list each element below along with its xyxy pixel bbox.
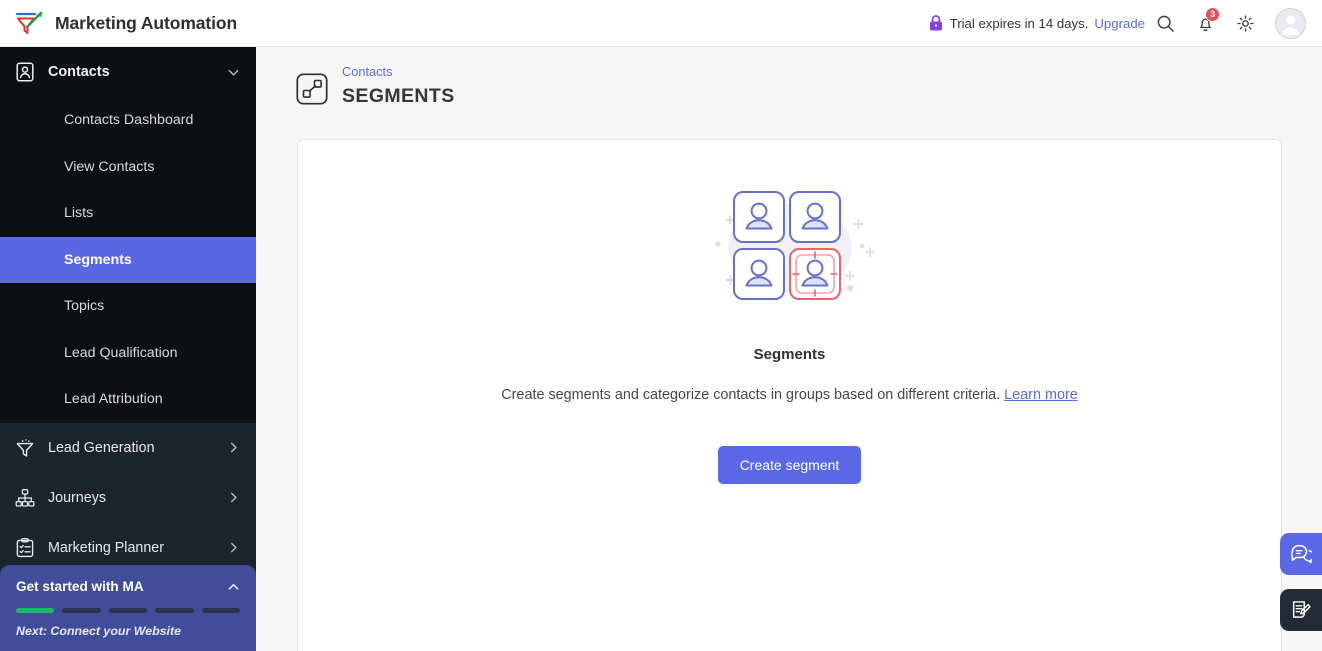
trial-status: Trial expires in 14 days. Upgrade (929, 15, 1145, 31)
search-icon (1157, 15, 1174, 32)
sidebar-group-label: Contacts (48, 64, 110, 80)
sidebar-item-lead-qualification[interactable]: Lead Qualification (0, 330, 256, 377)
notification-badge: 3 (1205, 7, 1220, 22)
sidebar-item-lead-attribution[interactable]: Lead Attribution (0, 376, 256, 423)
get-started-progress (16, 608, 241, 613)
sidebar-item-label: Lead Qualification (64, 344, 178, 361)
brand-name: Marketing Automation (55, 12, 238, 33)
chevron-up-icon[interactable] (227, 580, 240, 593)
sidebar: Contacts Contacts Dashboard View Contact… (0, 47, 256, 651)
avatar[interactable] (1275, 7, 1306, 39)
sidebar-item-label: Segments (64, 251, 132, 268)
segments-node-icon (296, 73, 328, 105)
breadcrumb[interactable]: Contacts (342, 63, 455, 81)
chevron-down-icon (228, 69, 239, 76)
get-started-panel[interactable]: Get started with MA Next: Connect your W… (0, 565, 256, 651)
sidebar-item-label: Contacts Dashboard (64, 112, 194, 129)
chevron-right-icon (230, 492, 237, 503)
search-button[interactable] (1145, 3, 1185, 43)
page-header: Contacts SEGMENTS (256, 47, 1322, 109)
progress-step (155, 608, 194, 613)
contact-cards-target-illustration (714, 191, 875, 300)
empty-state-description-text: Create segments and categorize contacts … (501, 387, 1001, 403)
chevron-right-icon (230, 542, 237, 553)
top-bar: Marketing Automation Trial expires in 14… (0, 0, 1322, 47)
sidebar-group-contacts[interactable]: Contacts (0, 47, 256, 97)
empty-state-title: Segments (753, 346, 826, 363)
feedback-note-button[interactable] (1280, 589, 1322, 631)
sidebar-submenu: Contacts Dashboard View Contacts Lists S… (0, 97, 256, 423)
funnel-icon (16, 438, 34, 457)
get-started-header: Get started with MA (16, 579, 240, 594)
clipboard-checklist-icon (16, 537, 34, 557)
trial-text: Trial expires in 14 days. (949, 15, 1089, 31)
progress-step (62, 608, 101, 613)
page-title: SEGMENTS (342, 85, 455, 107)
chevron-right-icon (230, 442, 237, 453)
settings-button[interactable] (1225, 3, 1265, 43)
gear-icon (1236, 14, 1254, 32)
empty-state-description: Create segments and categorize contacts … (490, 383, 1090, 408)
sidebar-item-journeys[interactable]: Journeys (0, 472, 256, 523)
empty-state: Segments Create segments and categorize … (298, 184, 1281, 484)
progress-step (16, 608, 55, 613)
sidebar-item-segments[interactable]: Segments (0, 236, 256, 283)
page-head-text: Contacts SEGMENTS (342, 63, 455, 109)
sidebar-item-label: Lead Generation (48, 439, 155, 456)
upgrade-link[interactable]: Upgrade (1094, 16, 1145, 31)
sidebar-item-contacts-dashboard[interactable]: Contacts Dashboard (0, 97, 256, 144)
note-edit-icon (1292, 601, 1311, 618)
sidebar-item-label: Topics (64, 298, 105, 315)
sidebar-item-lists[interactable]: Lists (0, 190, 256, 237)
get-started-next-step: Next: Connect your Website (16, 624, 182, 638)
notifications-button[interactable]: 3 (1185, 3, 1225, 43)
sidebar-item-label: Marketing Planner (48, 539, 165, 556)
get-started-title: Get started with MA (16, 579, 144, 594)
chat-support-button[interactable] (1280, 533, 1322, 575)
progress-step (108, 608, 148, 613)
funnel-arrow-logo (15, 11, 43, 34)
brand[interactable]: Marketing Automation (0, 8, 237, 38)
sidebar-item-label: View Contacts (64, 158, 155, 175)
sidebar-item-view-contacts[interactable]: View Contacts (0, 144, 256, 191)
sidebar-item-topics[interactable]: Topics (0, 283, 256, 330)
hierarchy-icon (15, 488, 35, 507)
learn-more-link[interactable]: Learn more (1004, 387, 1078, 403)
sidebar-item-label: Journeys (48, 489, 107, 506)
progress-step (201, 608, 241, 613)
main-content: Contacts SEGMENTS Segments Create segmen… (256, 47, 1322, 651)
create-segment-button[interactable]: Create segment (717, 446, 862, 484)
content-card: Segments Create segments and categorize … (297, 139, 1282, 651)
top-bar-actions: Trial expires in 14 days. Upgrade 3 (929, 3, 1322, 43)
lock-icon (929, 15, 942, 31)
chat-bubbles-icon (1291, 545, 1312, 564)
app-root: Marketing Automation Trial expires in 14… (0, 0, 1322, 651)
user-avatar-icon (1276, 8, 1305, 38)
sidebar-item-lead-generation[interactable]: Lead Generation (0, 422, 256, 473)
contacts-icon (16, 62, 34, 82)
sidebar-item-label: Lists (64, 205, 94, 222)
sidebar-item-label: Lead Attribution (64, 391, 163, 408)
